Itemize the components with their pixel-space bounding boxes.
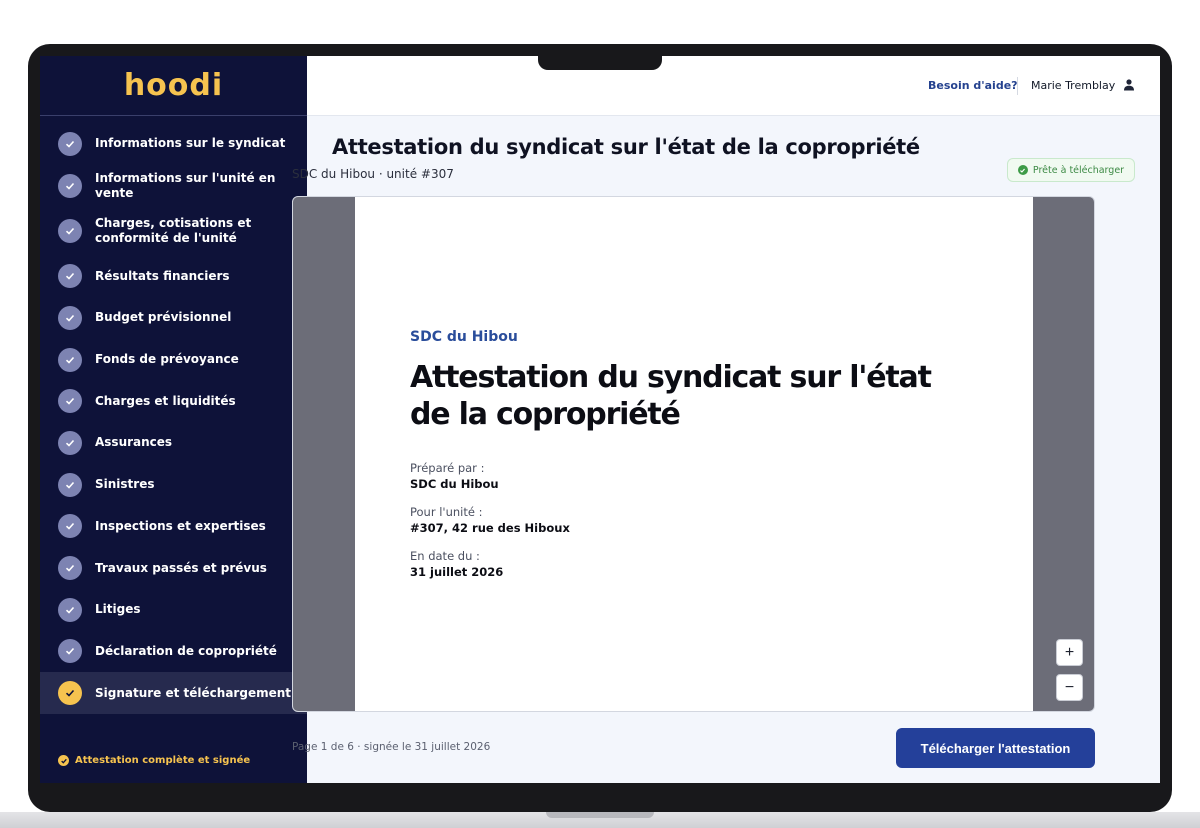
check-icon: [58, 218, 82, 243]
user-icon[interactable]: [1122, 78, 1136, 92]
sidebar-item-label: Travaux passés et prévus: [95, 560, 267, 575]
check-icon: [58, 681, 82, 706]
page-title: Attestation du syndicat sur l'état de la…: [332, 135, 920, 159]
sidebar-item-sinistres[interactable]: Sinistres: [40, 464, 307, 506]
zoom-out-button[interactable]: −: [1056, 674, 1083, 701]
unit-label: Pour l'unité :: [410, 505, 483, 519]
check-icon: [58, 305, 82, 330]
sidebar-item-label: Informations sur le syndicat: [95, 136, 286, 151]
check-icon: [58, 514, 82, 539]
topbar-divider: [1017, 77, 1018, 95]
hoodi-logo[interactable]: hoodi: [40, 56, 307, 116]
sidebar-item-label: Déclaration de copropriété: [95, 643, 277, 658]
sidebar: hoodi Informations sur le syndicat Infor…: [40, 56, 307, 783]
page-info: Page 1 de 6 · signée le 31 juillet 2026: [292, 741, 491, 753]
prepared-by-value: SDC du Hibou: [410, 477, 499, 491]
sidebar-item-inspections[interactable]: Inspections et expertises: [40, 506, 307, 548]
sidebar-item-label: Informations sur l'unité en vente: [95, 170, 276, 200]
sidebar-nav: Informations sur le syndicat Information…: [40, 116, 307, 714]
prepared-by-label: Préparé par :: [410, 461, 485, 475]
laptop-base-notch: [546, 812, 654, 818]
sidebar-item-charges-cotisations[interactable]: Charges, cotisations et conformité de l'…: [40, 206, 307, 255]
sidebar-item-syndicat[interactable]: Informations sur le syndicat: [40, 123, 307, 165]
check-icon: [58, 347, 82, 372]
sidebar-item-assurances[interactable]: Assurances: [40, 422, 307, 464]
sidebar-item-label: Fonds de prévoyance: [95, 352, 239, 367]
sidebar-item-budget[interactable]: Budget prévisionnel: [40, 297, 307, 339]
check-icon: [58, 597, 82, 622]
sidebar-item-fonds-prevoyance[interactable]: Fonds de prévoyance: [40, 339, 307, 381]
check-icon: [58, 131, 82, 156]
sidebar-item-resultats-financiers[interactable]: Résultats financiers: [40, 255, 307, 297]
sidebar-item-label: Inspections et expertises: [95, 518, 266, 533]
document-page: SDC du Hibou Attestation du syndicat sur…: [355, 197, 1033, 711]
document-viewer[interactable]: SDC du Hibou Attestation du syndicat sur…: [292, 196, 1095, 712]
date-value: 31 juillet 2026: [410, 565, 504, 579]
unit-value: #307, 42 rue des Hiboux: [410, 521, 570, 535]
sidebar-item-label: Sinistres: [95, 477, 155, 492]
check-icon: [58, 472, 82, 497]
sidebar-item-label: Charges, cotisations et conformité de l'…: [95, 215, 252, 245]
completion-status: Attestation complète et signée: [58, 755, 250, 766]
sidebar-item-unite[interactable]: Informations sur l'unité en vente: [40, 165, 307, 207]
sidebar-item-travaux[interactable]: Travaux passés et prévus: [40, 547, 307, 589]
sidebar-item-litiges[interactable]: Litiges: [40, 589, 307, 631]
check-icon: [58, 173, 82, 198]
sidebar-item-label: Résultats financiers: [95, 268, 230, 283]
check-circle-icon: [1017, 165, 1028, 175]
status-badge: Prête à télécharger: [1007, 158, 1135, 182]
app-screen: hoodi Informations sur le syndicat Infor…: [40, 56, 1160, 783]
camera-notch: [538, 56, 662, 70]
sidebar-item-signature[interactable]: Signature et téléchargement: [40, 672, 307, 714]
user-name[interactable]: Marie Tremblay: [1031, 79, 1115, 92]
download-button[interactable]: Télécharger l'attestation: [896, 728, 1095, 768]
status-badge-text: Prête à télécharger: [1032, 164, 1125, 176]
sidebar-item-declaration[interactable]: Déclaration de copropriété: [40, 631, 307, 673]
check-circle-icon: [58, 755, 69, 766]
document-title: Attestation du syndicat sur l'état de la…: [410, 360, 932, 432]
check-icon: [58, 264, 82, 289]
sidebar-item-label: Signature et téléchargement: [95, 685, 292, 700]
zoom-in-button[interactable]: +: [1056, 639, 1083, 666]
check-icon: [58, 430, 82, 455]
help-link[interactable]: Besoin d'aide?: [928, 79, 1018, 92]
check-icon: [58, 556, 82, 581]
topbar: Besoin d'aide? Marie Tremblay: [307, 56, 1160, 116]
check-icon: [58, 639, 82, 664]
date-label: En date du :: [410, 549, 480, 563]
sidebar-item-label: Budget prévisionnel: [95, 310, 232, 325]
sidebar-item-label: Assurances: [95, 435, 173, 450]
completion-status-text: Attestation complète et signée: [75, 755, 251, 766]
sidebar-item-label: Charges et liquidités: [95, 393, 236, 408]
sidebar-item-label: Litiges: [95, 602, 141, 617]
check-icon: [58, 389, 82, 414]
sidebar-item-charges-liquidites[interactable]: Charges et liquidités: [40, 380, 307, 422]
document-organization: SDC du Hibou: [410, 329, 518, 345]
page-subtitle: SDC du Hibou · unité #307: [292, 167, 454, 181]
